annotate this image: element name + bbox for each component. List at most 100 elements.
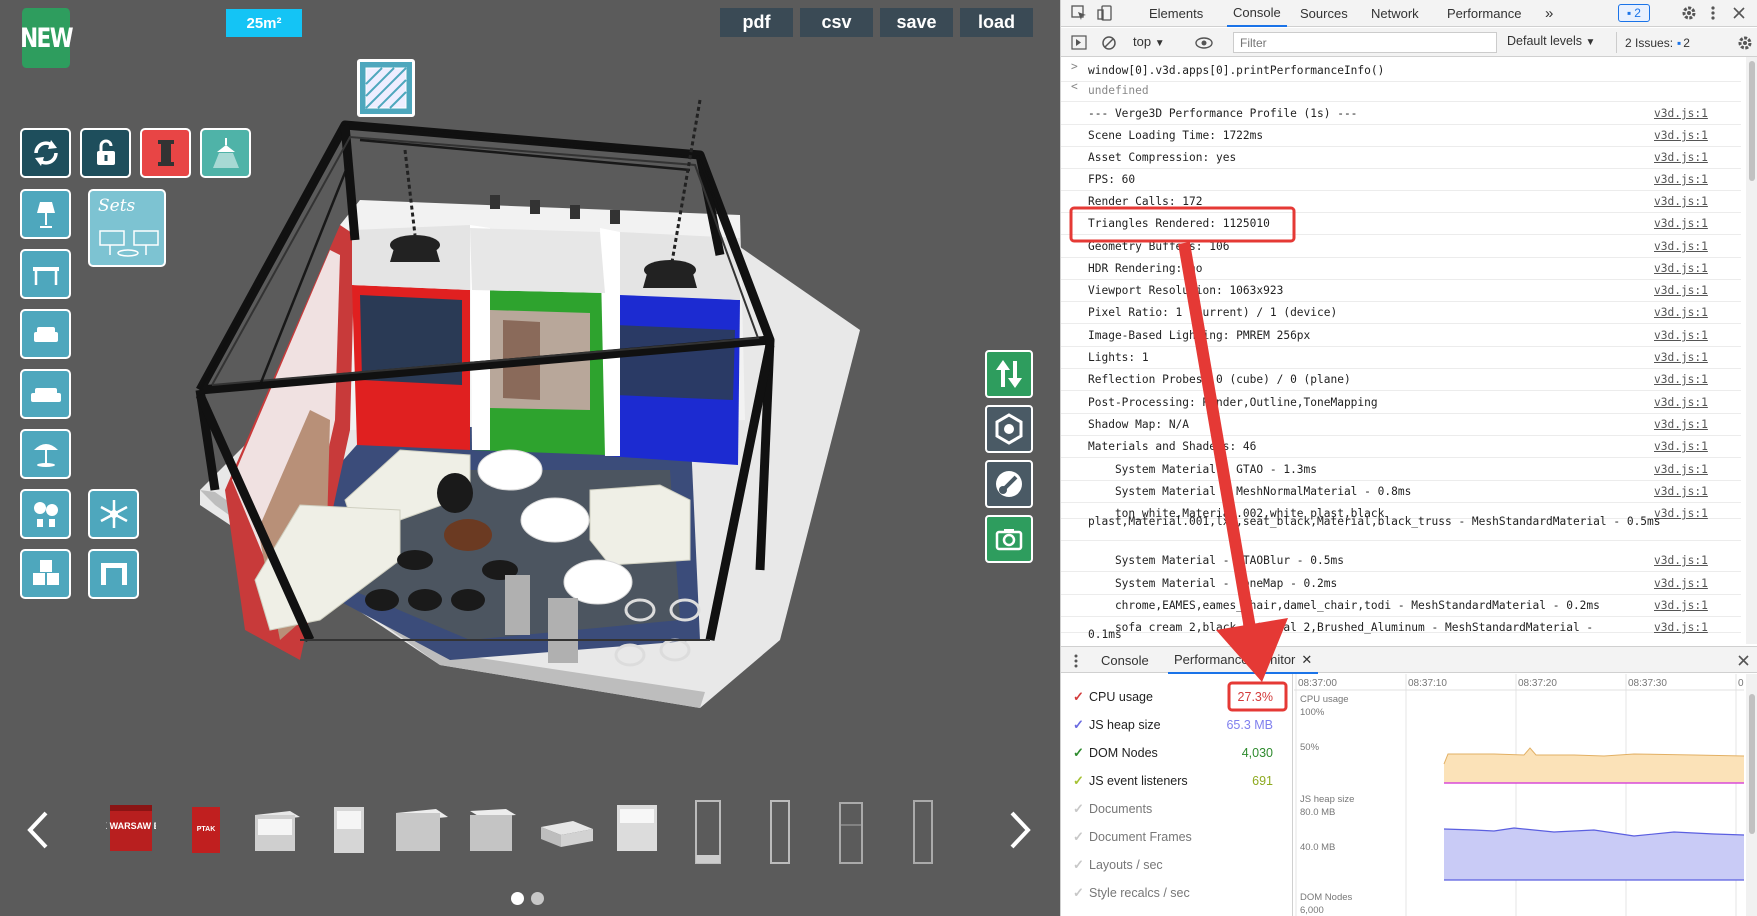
- carousel-next-icon[interactable]: [1006, 805, 1036, 855]
- console-source-link[interactable]: v3d.js:1: [1654, 129, 1708, 142]
- pillar-icon[interactable]: [140, 128, 191, 178]
- close-drawer-icon[interactable]: [1737, 654, 1750, 667]
- scrollbar-thumb[interactable]: [1749, 694, 1755, 834]
- console-source-link[interactable]: v3d.js:1: [1654, 554, 1708, 567]
- table-icon[interactable]: [20, 249, 71, 299]
- metric-row[interactable]: ✓ JS event listeners 691: [1073, 771, 1283, 791]
- metric-row[interactable]: ✓ JS heap size 65.3 MB: [1073, 715, 1283, 735]
- tab-performance[interactable]: Performance: [1447, 0, 1521, 27]
- cabinet-3[interactable]: [612, 797, 662, 857]
- checkmark-icon[interactable]: ✓: [1073, 801, 1089, 817]
- metric-row[interactable]: ✓ DOM Nodes 4,030: [1073, 743, 1283, 763]
- checkmark-icon[interactable]: ✓: [1073, 745, 1089, 761]
- console-source-link[interactable]: v3d.js:1: [1654, 351, 1708, 364]
- drawer-menu-icon[interactable]: [1073, 653, 1079, 669]
- brush-icon[interactable]: [985, 460, 1033, 508]
- counter-ptak-small[interactable]: PTAK: [186, 797, 226, 857]
- checkmark-icon[interactable]: ✓: [1073, 857, 1089, 873]
- new-project-logo[interactable]: NEW: [20, 8, 74, 68]
- floor-lamp-icon[interactable]: [20, 189, 71, 239]
- carousel-dot-active[interactable]: [511, 892, 524, 905]
- filter-input[interactable]: [1233, 32, 1497, 53]
- armchair-icon[interactable]: [20, 309, 71, 359]
- carousel-prev-icon[interactable]: [22, 805, 52, 855]
- low-table[interactable]: [537, 797, 597, 857]
- checkmark-icon[interactable]: ✓: [1073, 885, 1089, 901]
- close-icon[interactable]: [1732, 6, 1746, 20]
- checkmark-icon[interactable]: ✓: [1073, 689, 1089, 705]
- console-source-link[interactable]: v3d.js:1: [1654, 463, 1708, 476]
- cabinet-2[interactable]: [466, 797, 521, 857]
- tab-console[interactable]: Console: [1227, 0, 1287, 27]
- display-counter-1[interactable]: [250, 797, 305, 857]
- pdf-button[interactable]: pdf: [720, 8, 793, 37]
- console-source-link[interactable]: v3d.js:1: [1654, 284, 1708, 297]
- vitrine-2[interactable]: [765, 797, 795, 869]
- metric-row[interactable]: ✓ CPU usage 27.3%: [1073, 687, 1283, 707]
- checkmark-icon[interactable]: ✓: [1073, 829, 1089, 845]
- settings-gear-icon[interactable]: [1681, 5, 1697, 21]
- timeline-scrollbar[interactable]: [1746, 674, 1757, 916]
- metric-row[interactable]: ✓ Document Frames: [1073, 827, 1283, 847]
- clear-console-icon[interactable]: [1101, 35, 1117, 51]
- hexagon-gear-icon[interactable]: [985, 405, 1033, 453]
- vitrine-3[interactable]: [834, 797, 868, 869]
- elevator-icon[interactable]: [985, 350, 1033, 398]
- console-source-link[interactable]: v3d.js:1: [1654, 262, 1708, 275]
- inspect-icon[interactable]: [1071, 5, 1087, 21]
- close-tab-icon[interactable]: ✕: [1301, 652, 1312, 668]
- carousel-dot[interactable]: [531, 892, 544, 905]
- console-source-link[interactable]: v3d.js:1: [1654, 107, 1708, 120]
- ceiling-lamp-icon[interactable]: [200, 128, 251, 178]
- rotate-icon[interactable]: [20, 128, 71, 178]
- issues-badge[interactable]: ▪ 2: [1618, 4, 1650, 22]
- console-source-link[interactable]: v3d.js:1: [1654, 373, 1708, 386]
- console-source-link[interactable]: v3d.js:1: [1654, 440, 1708, 453]
- unlock-icon[interactable]: [80, 128, 131, 178]
- snowflake-icon[interactable]: [88, 489, 139, 539]
- console-settings-icon[interactable]: [1737, 35, 1753, 51]
- camera-icon[interactable]: [985, 515, 1033, 563]
- truss-icon[interactable]: [88, 549, 139, 599]
- chair-set-icon[interactable]: Sets: [88, 189, 166, 267]
- vitrine-1[interactable]: [690, 797, 726, 869]
- sofa-icon[interactable]: [20, 369, 71, 419]
- context-selector[interactable]: top ▼: [1133, 34, 1165, 49]
- log-levels-dropdown[interactable]: Default levels ▼: [1507, 34, 1595, 48]
- console-source-link[interactable]: v3d.js:1: [1654, 577, 1708, 590]
- console-source-link[interactable]: v3d.js:1: [1654, 485, 1708, 498]
- issues-button[interactable]: 2 Issues: ▪ 2: [1616, 32, 1718, 53]
- console-source-link[interactable]: v3d.js:1: [1654, 151, 1708, 164]
- console-source-link[interactable]: v3d.js:1: [1654, 599, 1708, 612]
- drawer-tab-console[interactable]: Console: [1101, 647, 1149, 674]
- vitrine-4[interactable]: [908, 797, 938, 869]
- kebab-menu-icon[interactable]: [1708, 5, 1718, 21]
- metric-row[interactable]: ✓ Style recalcs / sec: [1073, 883, 1283, 903]
- console-source-link[interactable]: v3d.js:1: [1654, 396, 1708, 409]
- tab-sources[interactable]: Sources: [1300, 0, 1348, 27]
- csv-button[interactable]: csv: [800, 8, 873, 37]
- console-source-link[interactable]: v3d.js:1: [1654, 306, 1708, 319]
- console-source-link[interactable]: v3d.js:1: [1654, 418, 1708, 431]
- more-tabs-button[interactable]: »: [1545, 0, 1553, 27]
- save-button[interactable]: save: [880, 8, 953, 37]
- metric-row[interactable]: ✓ Layouts / sec: [1073, 855, 1283, 875]
- console-scrollbar[interactable]: [1746, 57, 1757, 644]
- plants-icon[interactable]: [20, 489, 71, 539]
- tab-elements[interactable]: Elements: [1149, 0, 1203, 27]
- load-button[interactable]: load: [960, 8, 1033, 37]
- cabinet-1[interactable]: [392, 797, 452, 857]
- configurator-viewport[interactable]: NEW 25m² pdf csv save load Sets PTAK WAR…: [0, 0, 1060, 916]
- wall-pattern-tile[interactable]: [357, 59, 415, 117]
- checkmark-icon[interactable]: ✓: [1073, 717, 1089, 733]
- sidebar-toggle-icon[interactable]: [1071, 35, 1087, 51]
- console-source-link[interactable]: v3d.js:1: [1654, 217, 1708, 230]
- display-counter-2[interactable]: [328, 797, 373, 857]
- checkmark-icon[interactable]: ✓: [1073, 773, 1089, 789]
- counter-ptak-expo[interactable]: PTAK WARSAW EXPO: [106, 797, 156, 857]
- eye-icon[interactable]: [1195, 36, 1213, 50]
- console-source-link[interactable]: v3d.js:1: [1654, 195, 1708, 208]
- tab-network[interactable]: Network: [1371, 0, 1419, 27]
- boxes-icon[interactable]: [20, 549, 71, 599]
- scrollbar-thumb[interactable]: [1749, 61, 1755, 181]
